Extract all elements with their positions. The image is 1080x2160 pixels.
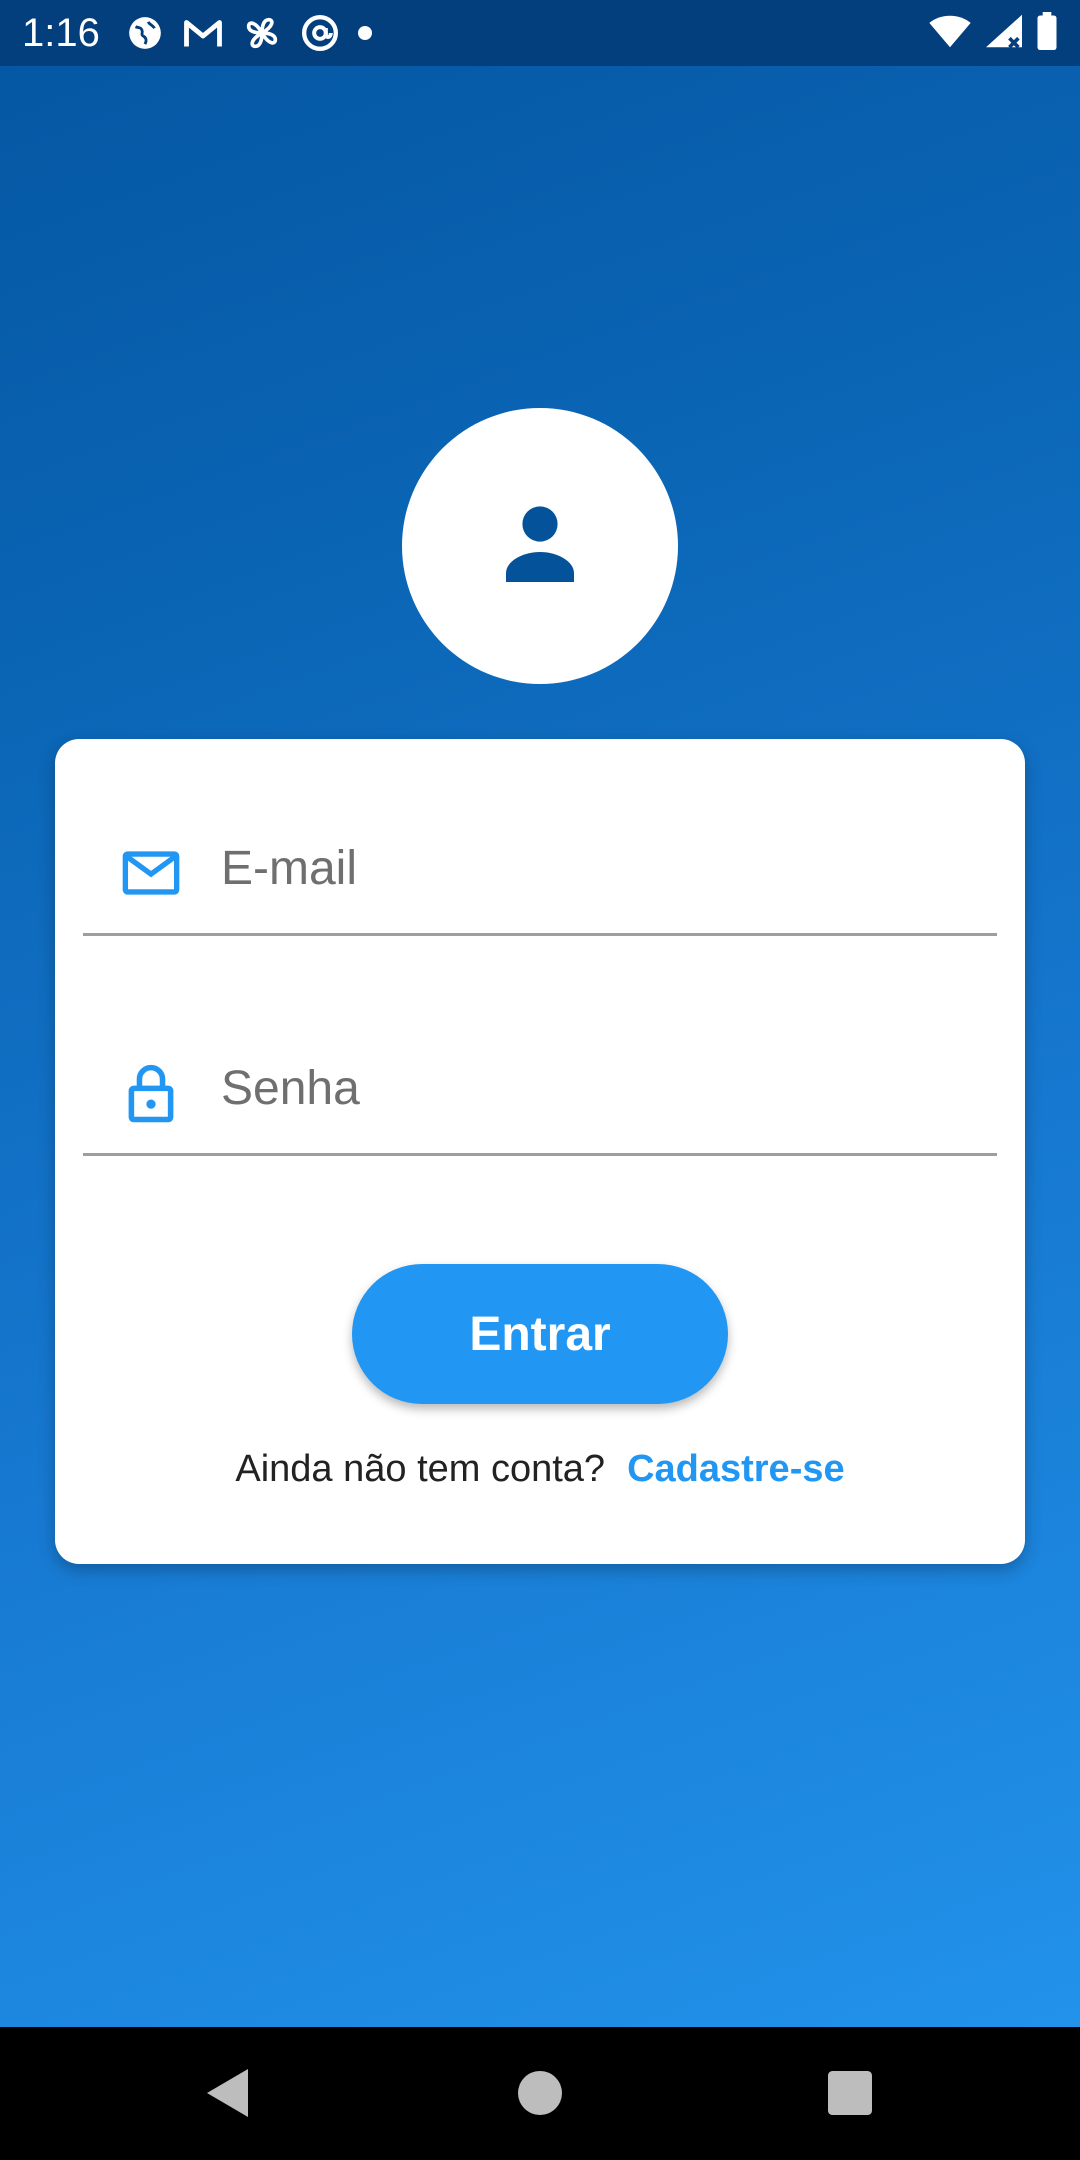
back-icon [206, 2068, 250, 2123]
gmail-icon [182, 16, 224, 50]
signup-prompt: Ainda não tem conta? [235, 1448, 606, 1490]
email-field [83, 813, 997, 936]
signup-link[interactable]: Cadastre-se [627, 1448, 845, 1490]
cell-signal-icon [984, 13, 1024, 54]
password-field [83, 1033, 997, 1156]
password-input[interactable] [221, 1053, 961, 1123]
pinwheel-icon [242, 13, 282, 53]
person-icon [492, 496, 588, 597]
back-button[interactable] [196, 2063, 260, 2127]
at-sign-icon [300, 13, 340, 53]
mail-icon [121, 843, 181, 903]
status-notification-icons [126, 12, 372, 54]
vpn-globe-icon [126, 14, 164, 52]
battery-icon [1036, 11, 1058, 55]
login-card: Entrar Ainda não tem conta? Cadastre-se [55, 739, 1025, 1564]
avatar [402, 408, 678, 684]
home-icon [518, 2070, 562, 2120]
signup-row: Ainda não tem conta? Cadastre-se [55, 1444, 1025, 1494]
status-bar: 1:16 [0, 0, 1080, 66]
recents-button[interactable] [818, 2063, 882, 2127]
recents-icon [828, 2070, 872, 2120]
status-time: 1:16 [22, 11, 100, 55]
email-input[interactable] [221, 833, 961, 903]
login-screen: 1:16 E-mail Entrar Ainda não tem conta? … [0, 0, 1080, 2027]
notification-dot-icon [358, 26, 372, 40]
status-system-icons [928, 11, 1058, 55]
wifi-icon [928, 13, 972, 54]
lock-icon [121, 1063, 181, 1123]
home-button[interactable] [508, 2063, 572, 2127]
navigation-bar [0, 2027, 1080, 2160]
login-button[interactable]: Entrar [352, 1264, 728, 1404]
